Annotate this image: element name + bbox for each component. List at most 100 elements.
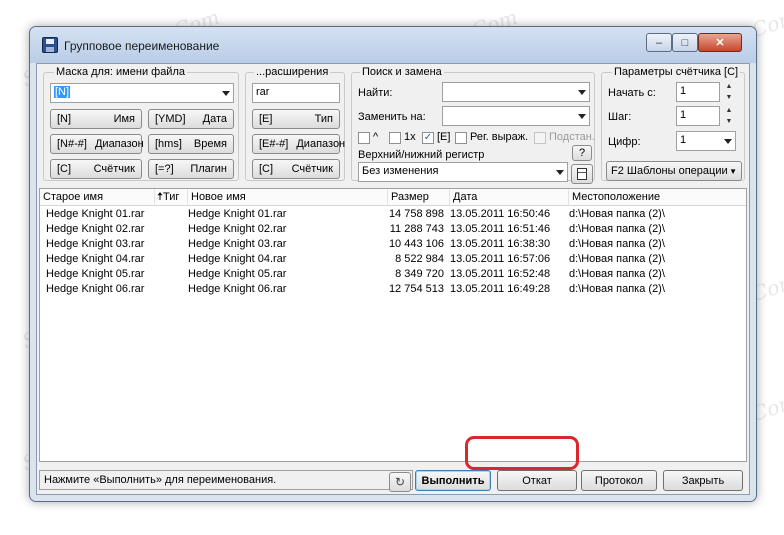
help-button[interactable]: ? (572, 145, 592, 161)
column-header-date[interactable]: Дата (450, 189, 569, 206)
mask-range-button[interactable]: [N#-#] Диапазон (50, 134, 144, 154)
cell-location: d:\Новая папка (2)\ (569, 268, 665, 280)
cell-date: 13.05.2011 16:51:46 (450, 223, 551, 235)
digits-label: Цифр: (608, 136, 641, 148)
table-row[interactable]: Hedge Knight 02.rar Hedge Knight 02.rar 11… (40, 222, 746, 237)
button-text: Тип (314, 113, 333, 125)
cell-old-name: Hedge Knight 04.rar (46, 253, 145, 265)
step-input[interactable]: 1 (676, 106, 720, 126)
spin-up-icon: ▲ (725, 83, 733, 90)
extension-group: ...расширения rar [E] Тип [E#-#] Диапазон … (245, 66, 345, 181)
cell-size: 14 758 898 (388, 208, 444, 220)
cell-new-name: Hedge Knight 05.rar (188, 268, 287, 280)
maximize-button[interactable]: □ (672, 33, 698, 52)
clipboard-button[interactable] (571, 164, 593, 184)
chevron-down-icon (556, 170, 564, 175)
cell-new-name: Hedge Knight 01.rar (188, 208, 287, 220)
button-key: [N] (57, 113, 72, 125)
button-key: [C] (57, 163, 72, 175)
close-button[interactable]: Закрыть (663, 470, 743, 491)
once-checkbox[interactable] (389, 132, 401, 144)
ext-range-button[interactable]: [E#-#] Диапазон (252, 134, 345, 154)
minimize-button[interactable]: – (646, 33, 672, 52)
mask-date-button[interactable]: [YMD] Дата (148, 109, 234, 129)
extension-group-label: ...расширения (254, 66, 331, 78)
cell-location: d:\Новая папка (2)\ (569, 253, 665, 265)
column-header-old-name[interactable]: Старое имя (40, 189, 155, 206)
find-input[interactable] (442, 82, 590, 102)
cell-location: d:\Новая папка (2)\ (569, 208, 665, 220)
ext-checkbox-label: [E] (437, 131, 451, 143)
templates-button[interactable]: F2 Шаблоны операции ▼ (606, 161, 742, 181)
file-list[interactable]: Старое имя 🠅Тиг Новое имя Размер Дата Ме… (39, 188, 747, 462)
replace-label: Заменить на: (358, 111, 426, 123)
table-row[interactable]: Hedge Knight 01.rar Hedge Knight 01.rar 14… (40, 207, 746, 222)
button-key: [YMD] (155, 113, 186, 125)
ext-type-button[interactable]: [E] Тип (252, 109, 340, 129)
spin-down-icon: ▼ (725, 94, 733, 101)
redo-icon[interactable]: ↻ (389, 472, 411, 492)
cell-old-name: Hedge Knight 01.rar (46, 208, 145, 220)
window-title: Групповое переименование (64, 39, 220, 53)
counter-group-label: Параметры счётчика [C] (612, 66, 741, 78)
file-list-header: Старое имя 🠅Тиг Новое имя Размер Дата Ме… (40, 189, 746, 206)
mask-counter-button[interactable]: [C] Счётчик (50, 159, 142, 179)
table-row[interactable]: Hedge Knight 03.rar Hedge Knight 03.rar 10… (40, 237, 746, 252)
chevron-down-icon (578, 114, 586, 119)
step-spinner[interactable]: ▲ ▼ (722, 106, 736, 126)
cell-new-name: Hedge Knight 03.rar (188, 238, 287, 250)
spin-up-icon: ▲ (725, 107, 733, 114)
extension-mask-input[interactable]: rar (252, 83, 340, 103)
chevron-down-icon: ▼ (729, 166, 737, 176)
table-row[interactable]: Hedge Knight 04.rar Hedge Knight 04.rar 8 … (40, 252, 746, 267)
case-select[interactable]: Без изменения (358, 162, 568, 182)
mask-plugin-button[interactable]: [=?] Плагин (148, 159, 234, 179)
rename-window: Групповое переименование – □ ✕ Маска для… (29, 26, 757, 502)
mask-name-button[interactable]: [N] Имя (50, 109, 142, 129)
cell-old-name: Hedge Knight 06.rar (46, 283, 145, 295)
table-row[interactable]: Hedge Knight 05.rar Hedge Knight 05.rar 8 … (40, 267, 746, 282)
button-key: [N#-#] (57, 138, 87, 150)
substitute-label: Подстан. (549, 131, 595, 143)
cell-size: 12 754 513 (388, 283, 444, 295)
execute-button[interactable]: Выполнить (415, 470, 491, 491)
log-button[interactable]: Протокол (581, 470, 657, 491)
cell-size: 8 349 720 (395, 268, 444, 280)
caret-label: ^ (373, 131, 379, 143)
column-header-size[interactable]: Размер (388, 189, 450, 206)
start-spinner[interactable]: ▲ ▼ (722, 82, 736, 102)
ext-counter-button[interactable]: [C] Счётчик (252, 159, 340, 179)
regex-checkbox[interactable] (455, 132, 467, 144)
templates-label: F2 Шаблоны операции (611, 165, 728, 177)
digits-select[interactable]: 1 (676, 131, 736, 151)
cell-old-name: Hedge Knight 05.rar (46, 268, 145, 280)
name-mask-input[interactable]: [N] (50, 83, 234, 103)
regex-label: Рег. выраж. (470, 131, 529, 143)
caret-checkbox[interactable] (358, 132, 370, 144)
status-bar: Нажмите «Выполнить» для переименования. (39, 470, 413, 490)
column-header-location[interactable]: Местоположение (569, 189, 746, 206)
button-key: [=?] (155, 163, 174, 175)
search-replace-group: Поиск и замена Найти: Заменить на: ^ 1x … (351, 66, 595, 182)
cell-new-name: Hedge Knight 02.rar (188, 223, 287, 235)
title-bar[interactable]: Групповое переименование – □ ✕ (30, 27, 756, 63)
cell-old-name: Hedge Knight 02.rar (46, 223, 145, 235)
counter-group: Параметры счётчика [C] Начать с: 1 ▲ ▼ Ша… (601, 66, 745, 181)
start-input[interactable]: 1 (676, 82, 720, 102)
column-header-new-name[interactable]: Новое имя (188, 189, 388, 206)
close-window-button[interactable]: ✕ (698, 33, 742, 52)
button-key: [E#-#] (259, 138, 289, 150)
substitute-checkbox[interactable] (534, 132, 546, 144)
ext-checkbox[interactable]: ✓ (422, 132, 434, 144)
table-row[interactable]: Hedge Knight 06.rar Hedge Knight 06.rar 12… (40, 282, 746, 297)
button-key: [E] (259, 113, 273, 125)
rollback-button[interactable]: Откат (497, 470, 577, 491)
mask-time-button[interactable]: [hms] Время (148, 134, 234, 154)
button-text: Дата (202, 113, 227, 125)
button-text: Диапазон (296, 138, 346, 150)
cell-size: 10 443 106 (388, 238, 444, 250)
cell-old-name: Hedge Knight 03.rar (46, 238, 145, 250)
digits-value: 1 (680, 134, 687, 146)
column-header-type[interactable]: 🠅Тиг (155, 189, 188, 206)
replace-input[interactable] (442, 106, 590, 126)
